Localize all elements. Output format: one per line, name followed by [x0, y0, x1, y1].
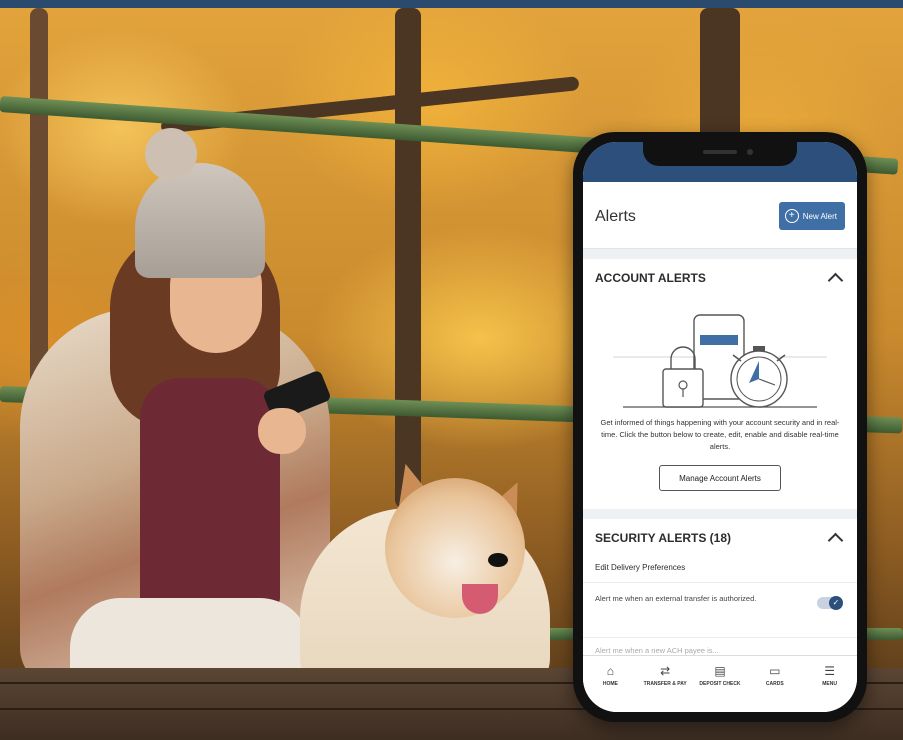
nav-label: MENU [822, 681, 837, 687]
camera-icon [747, 149, 753, 155]
alert-row-text: Alert me when an external transfer is au… [595, 594, 757, 603]
alerts-illustration [583, 299, 857, 417]
dog-head [385, 478, 525, 618]
account-alerts-header[interactable]: ACCOUNT ALERTS [583, 259, 857, 299]
nav-label: HOME [602, 681, 618, 687]
phone-screen: Alerts + New Alert ACCOUNT ALERTS Get in… [583, 142, 857, 712]
cards-icon: ▭ [769, 664, 781, 678]
section-divider [583, 249, 857, 259]
woman-sweater [140, 378, 280, 608]
nav-item-deposit-check[interactable]: ▤ DEPOSIT CHECK [693, 656, 748, 712]
nav-item-transfer-pay[interactable]: ⇄ TRANSFER & PAY [638, 656, 693, 712]
nav-label: TRANSFER & PAY [643, 681, 687, 687]
account-alerts-title: ACCOUNT ALERTS [595, 271, 706, 285]
tree-trunk [395, 8, 421, 508]
home-icon: ⌂ [606, 664, 615, 678]
edit-delivery-preferences-link[interactable]: Edit Delivery Preferences [583, 559, 857, 583]
nav-item-cards[interactable]: ▭ CARDS [747, 656, 802, 712]
status-bar [583, 142, 857, 182]
nav-item-home[interactable]: ⌂ HOME [583, 656, 638, 712]
alert-toggle[interactable]: ✓ [817, 596, 843, 610]
woman-beanie [135, 163, 265, 278]
phone-notch [643, 142, 797, 166]
new-alert-button[interactable]: + New Alert [778, 202, 845, 230]
phone-mockup: Alerts + New Alert ACCOUNT ALERTS Get in… [573, 132, 867, 722]
nav-label: CARDS [765, 681, 784, 687]
woman-hand [258, 408, 306, 454]
check-icon: ✓ [829, 596, 843, 610]
manage-account-alerts-button[interactable]: Manage Account Alerts [659, 465, 781, 491]
chevron-up-icon[interactable] [827, 272, 844, 289]
dog-nose [488, 553, 508, 567]
security-alerts-header[interactable]: SECURITY ALERTS (18) [583, 519, 857, 559]
new-alert-label: New Alert [802, 211, 837, 221]
security-illustration-icon [613, 314, 827, 408]
app-header: Alerts + New Alert [583, 182, 857, 249]
nav-item-menu[interactable]: ☰ MENU [802, 656, 857, 712]
speaker-icon [703, 150, 737, 154]
bottom-nav: ⌂ HOME ⇄ TRANSFER & PAY ▤ DEPOSIT CHECK … [583, 655, 857, 712]
tree-trunk [30, 8, 48, 408]
woman-pompom [145, 128, 197, 180]
deposit-icon: ▤ [714, 664, 726, 678]
menu-icon: ☰ [824, 664, 835, 678]
plus-circle-icon: + [784, 209, 799, 223]
chevron-up-icon[interactable] [827, 532, 844, 549]
page-title: Alerts [595, 208, 636, 225]
transfer-icon: ⇄ [660, 664, 671, 678]
security-alert-row: Alert me when an external transfer is au… [583, 583, 857, 638]
nav-label: DEPOSIT CHECK [699, 681, 741, 687]
section-divider [583, 509, 857, 519]
account-alerts-description: Get informed of things happening with yo… [600, 418, 840, 451]
security-alerts-title: SECURITY ALERTS (18) [595, 531, 732, 545]
